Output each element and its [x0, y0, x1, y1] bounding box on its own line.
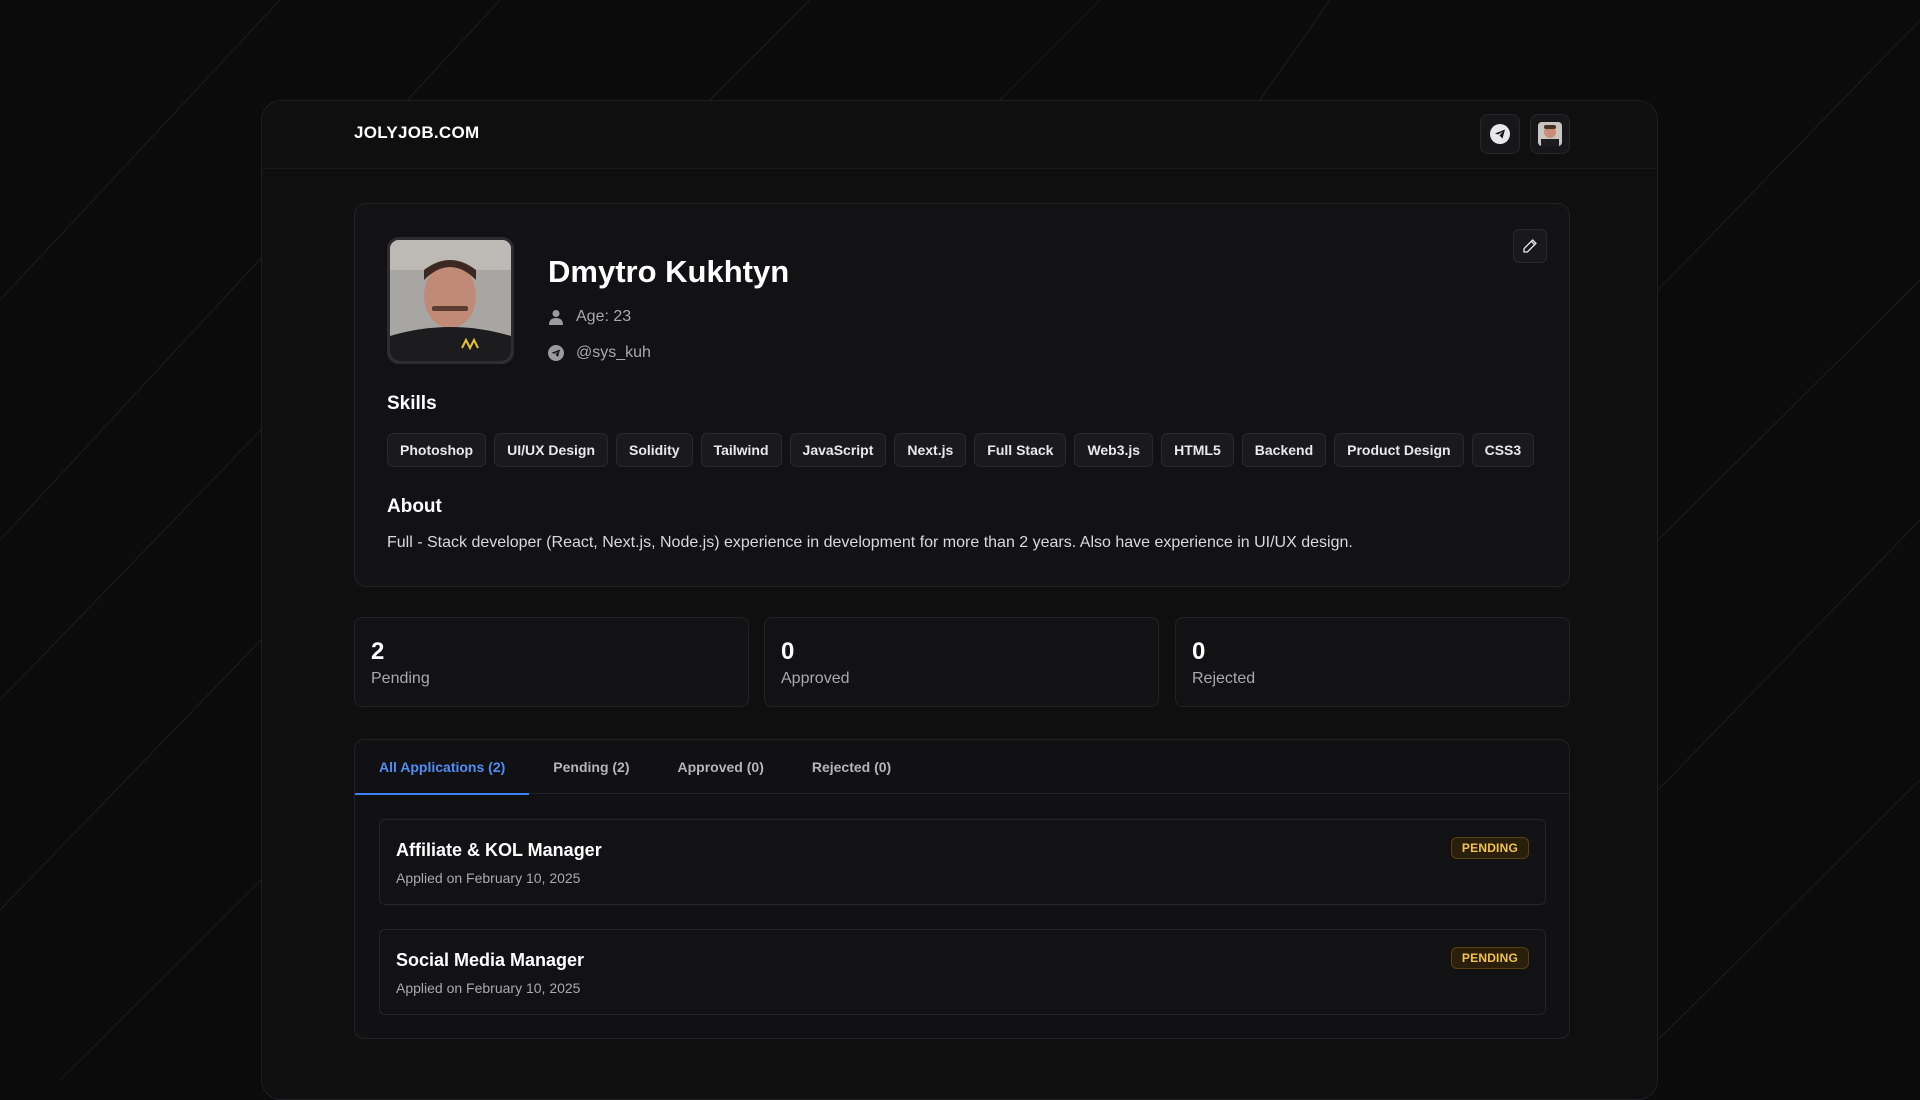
skills-list: Photoshop UI/UX Design Solidity Tailwind…: [387, 433, 1535, 467]
profile-name: Dmytro Kukhtyn: [548, 254, 790, 289]
skill-chip: Product Design: [1334, 433, 1464, 467]
tab-approved[interactable]: Approved (0): [654, 740, 788, 794]
edit-profile-button[interactable]: [1513, 229, 1547, 263]
age-row: Age: 23: [548, 308, 631, 326]
tab-all-applications[interactable]: All Applications (2): [355, 740, 530, 795]
skill-chip: Photoshop: [387, 433, 487, 467]
profile-card: Dmytro Kukhtyn Age: 23 @sys_kuh Skills P…: [354, 203, 1570, 587]
top-bar: JOLYJOB.COM: [262, 101, 1657, 169]
skill-chip: Web3.js: [1074, 433, 1154, 467]
person-icon: [548, 309, 564, 325]
pencil-icon: [1523, 239, 1537, 253]
tab-rejected[interactable]: Rejected (0): [788, 740, 915, 794]
application-item[interactable]: Social Media Manager Applied on February…: [379, 929, 1546, 1015]
application-title: Social Media Manager: [396, 950, 585, 970]
stat-card-rejected: 0 Rejected: [1175, 617, 1570, 707]
stat-value: 0: [1192, 638, 1206, 665]
stat-card-approved: 0 Approved: [764, 617, 1159, 707]
stat-label: Rejected: [1192, 670, 1256, 687]
stat-value: 2: [371, 638, 385, 665]
skill-chip: Solidity: [616, 433, 693, 467]
status-badge: PENDING: [1450, 837, 1529, 859]
user-avatar-icon: [1538, 122, 1562, 146]
tab-pending[interactable]: Pending (2): [529, 740, 653, 794]
user-avatar-button[interactable]: [1530, 114, 1570, 154]
logo[interactable]: JOLYJOB.COM: [354, 123, 479, 143]
application-item[interactable]: Affiliate & KOL Manager Applied on Febru…: [379, 819, 1546, 905]
telegram-button[interactable]: [1480, 114, 1520, 154]
age-label: Age: 23: [576, 308, 632, 325]
telegram-handle[interactable]: @sys_kuh: [576, 344, 651, 362]
skill-chip: Backend: [1241, 433, 1327, 467]
skill-chip: UI/UX Design: [494, 433, 609, 467]
status-badge: PENDING: [1450, 947, 1529, 969]
stat-card-pending: 2 Pending: [354, 617, 749, 707]
profile-photo: [387, 237, 514, 364]
applications-panel: All Applications (2) Pending (2) Approve…: [354, 739, 1570, 1039]
about-title: About: [387, 496, 442, 517]
about-text: Full - Stack developer (React, Next.js, …: [387, 534, 1353, 551]
application-date: Applied on February 10, 2025: [396, 870, 581, 886]
application-tabs: All Applications (2) Pending (2) Approve…: [355, 740, 1569, 795]
skill-chip: JavaScript: [789, 433, 887, 467]
stat-label: Approved: [781, 670, 850, 687]
telegram-row: @sys_kuh: [548, 344, 651, 362]
skill-chip: HTML5: [1161, 433, 1234, 467]
skill-chip: Full Stack: [974, 433, 1067, 467]
main-frame: JOLYJOB.COM Dmytro Kukhtyn Age: 23 @sys_…: [261, 100, 1658, 1100]
telegram-icon: [1490, 124, 1510, 144]
skills-title: Skills: [387, 393, 437, 414]
stat-value: 0: [781, 638, 795, 665]
stat-label: Pending: [371, 670, 430, 687]
application-title: Affiliate & KOL Manager: [396, 840, 602, 860]
application-date: Applied on February 10, 2025: [396, 980, 581, 996]
telegram-icon: [548, 345, 564, 361]
skill-chip: CSS3: [1471, 433, 1535, 467]
skill-chip: Tailwind: [700, 433, 782, 467]
skill-chip: Next.js: [894, 433, 967, 467]
